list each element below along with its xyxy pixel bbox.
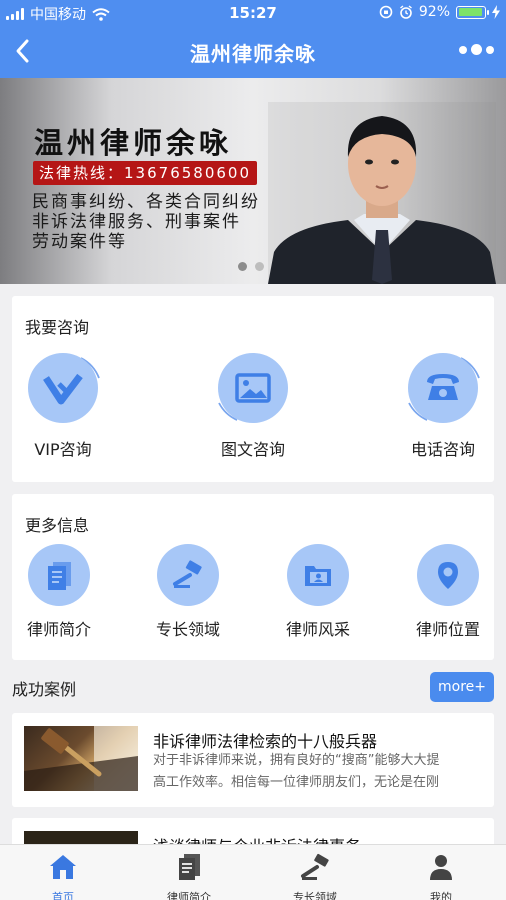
- expertise-label: 专长领域: [155, 620, 220, 639]
- phone-consult-button[interactable]: 电话咨询: [383, 348, 503, 460]
- case-title: 非诉律师法律检索的十八般兵器: [153, 732, 378, 751]
- gavel-icon: [173, 560, 202, 588]
- phone-icon: [408, 353, 480, 423]
- lawyer-profile-label: 律师简介: [26, 620, 91, 639]
- banner-line: 民商事纠纷、各类合同纠纷: [32, 192, 260, 212]
- location-pin-icon: [438, 562, 458, 589]
- battery-percent: 92%: [418, 4, 450, 20]
- more-info-title: 更多信息: [25, 516, 90, 535]
- lawyer-location-button[interactable]: 律师位置: [393, 544, 503, 640]
- user-icon: [430, 855, 452, 880]
- alarm-icon: [399, 5, 412, 19]
- vip-consult-label: VIP咨询: [34, 440, 92, 459]
- tab-label: 首页: [52, 891, 74, 900]
- more-info-card: 更多信息 律师简介 专长领域 律师风采 律师位置: [12, 494, 494, 660]
- image-consult-button[interactable]: 图文咨询: [193, 348, 313, 460]
- nav-bar: 温州律师余咏: [0, 26, 506, 78]
- lawyer-portrait: [268, 102, 496, 284]
- consult-card: 我要咨询 VIP咨询 图文咨询 电话咨询: [12, 296, 494, 482]
- banner-services: 民商事纠纷、各类合同纠纷 非诉法律服务、刑事案件 劳动案件等: [32, 192, 260, 252]
- home-icon: [50, 855, 76, 879]
- gavel-icon: [301, 853, 329, 880]
- case-description: 对于非诉律师来说，拥有良好的“搜商”能够大大提 高工作效率。相信每一位律师朋友们…: [153, 750, 483, 794]
- case-thumbnail: [24, 726, 138, 791]
- rotation-lock-icon: [379, 5, 393, 19]
- document-icon: [48, 562, 71, 590]
- banner-line: 非诉法律服务、刑事案件: [32, 212, 241, 232]
- carousel-dot[interactable]: [238, 262, 247, 271]
- battery-icon: [456, 5, 489, 19]
- banner-title: 温州律师余咏: [34, 126, 233, 160]
- tab-expertise[interactable]: 专长领域: [252, 845, 378, 900]
- folder-user-icon: [305, 566, 331, 586]
- consult-title: 我要咨询: [25, 318, 90, 337]
- bottom-tab-bar: 首页 律师简介 专长领域 我的: [0, 844, 506, 900]
- cases-title: 成功案例: [12, 680, 77, 699]
- carousel-dot[interactable]: [255, 262, 264, 271]
- battery-fill: [458, 8, 482, 16]
- tab-label: 专长领域: [293, 891, 337, 900]
- phone-consult-label: 电话咨询: [410, 440, 475, 459]
- status-right: 92%: [379, 4, 500, 20]
- cases-more-button[interactable]: more+: [430, 672, 494, 702]
- status-bar: 中国移动 15:27 92%: [0, 0, 506, 26]
- banner-carousel[interactable]: 温州律师余咏 法律热线：13676580600 民商事纠纷、各类合同纠纷 非诉法…: [0, 78, 506, 284]
- image-consult-label: 图文咨询: [220, 440, 285, 459]
- lawyer-gallery-button[interactable]: 律师风采: [263, 544, 373, 640]
- hotline-number: 13676580600: [124, 164, 251, 182]
- more-options-icon[interactable]: [459, 44, 494, 55]
- hotline-label: 法律热线：: [39, 164, 125, 182]
- tab-mine[interactable]: 我的: [378, 845, 504, 900]
- lawyer-location-label: 律师位置: [415, 620, 480, 639]
- case-desc-line: 高工作效率。相信每一位律师朋友们，无论是在刚: [153, 775, 440, 790]
- case-desc-line: 对于非诉律师来说，拥有良好的“搜商”能够大大提: [153, 753, 440, 768]
- banner-hotline: 法律热线：13676580600: [33, 161, 257, 185]
- image-icon: [218, 353, 288, 423]
- tab-label: 我的: [430, 891, 452, 900]
- carousel-indicator[interactable]: [238, 262, 264, 271]
- lawyer-profile-button[interactable]: 律师简介: [4, 544, 114, 640]
- document-icon: [179, 854, 200, 880]
- top-bar: 中国移动 15:27 92% 温州律师余咏: [0, 0, 506, 78]
- tab-home[interactable]: 首页: [0, 845, 126, 900]
- vip-icon: [28, 353, 100, 423]
- page-title: 温州律师余咏: [190, 42, 316, 66]
- cases-header: 成功案例 more+: [0, 672, 506, 702]
- tab-label: 律师简介: [167, 891, 211, 900]
- tab-lawyer-profile[interactable]: 律师简介: [126, 845, 252, 900]
- expertise-button[interactable]: 专长领域: [133, 544, 243, 640]
- case-list-item[interactable]: 非诉律师法律检索的十八般兵器 对于非诉律师来说，拥有良好的“搜商”能够大大提 高…: [12, 713, 494, 807]
- banner-line: 劳动案件等: [32, 232, 127, 252]
- vip-consult-button[interactable]: VIP咨询: [3, 348, 123, 460]
- lawyer-gallery-label: 律师风采: [285, 620, 350, 639]
- charging-icon: [492, 5, 500, 19]
